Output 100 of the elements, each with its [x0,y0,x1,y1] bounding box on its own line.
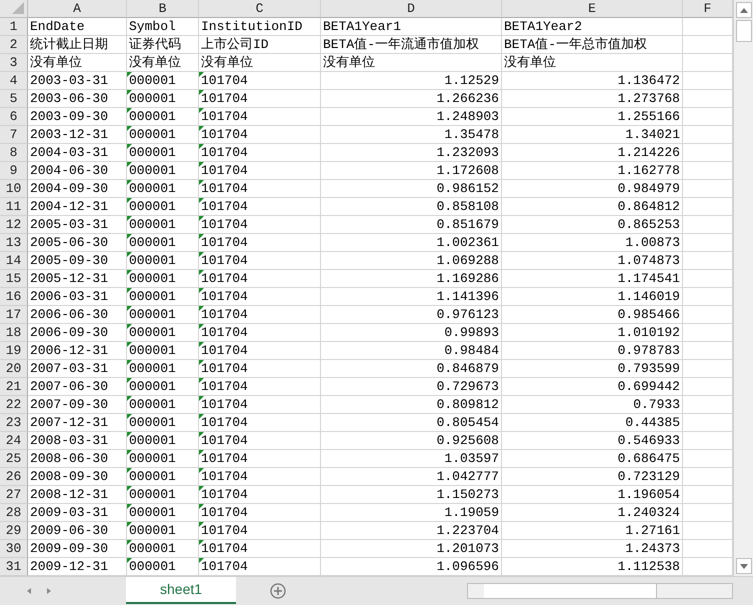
next-sheet-icon[interactable] [46,588,52,594]
table-cell: 101704 [199,504,321,522]
row-number[interactable]: 6 [0,108,28,126]
row-number[interactable]: 24 [0,432,28,450]
error-marker-icon [127,396,132,401]
scroll-up-icon[interactable] [740,8,748,12]
row-number[interactable]: 22 [0,396,28,414]
table-cell: 2004-09-30 [28,180,127,198]
error-marker-icon [127,558,132,563]
table-cell: 0.851679 [321,216,502,234]
row-number[interactable]: 10 [0,180,28,198]
table-cell: 1.201073 [321,540,502,558]
column-header[interactable]: C [199,0,321,18]
error-marker-icon [127,162,132,167]
table-cell: 0.809812 [321,396,502,414]
row-number[interactable]: 3 [0,54,28,72]
table-cell: 2003-06-30 [28,90,127,108]
table-cell: 101704 [199,90,321,108]
table-cell: 101704 [199,360,321,378]
row-number[interactable]: 8 [0,144,28,162]
table-cell: 000001 [127,162,199,180]
row-number[interactable]: 28 [0,504,28,522]
row-number[interactable]: 30 [0,540,28,558]
error-marker-icon [199,108,204,113]
table-cell: 2008-09-30 [28,468,127,486]
error-marker-icon [199,306,204,311]
vertical-scrollbar[interactable] [733,0,753,576]
scrollbar-thumb[interactable] [736,20,752,42]
add-sheet-icon[interactable] [270,583,286,599]
table-cell: 101704 [199,252,321,270]
table-cell: 000001 [127,432,199,450]
scrollbar-thumb[interactable] [484,584,657,598]
row-number[interactable]: 2 [0,36,28,54]
row-number[interactable]: 20 [0,360,28,378]
horizontal-scrollbar[interactable] [467,583,733,599]
column-header[interactable]: F [683,0,733,18]
table-cell: 2009-09-30 [28,540,127,558]
error-marker-icon [199,504,204,509]
previous-sheet-icon[interactable] [26,588,32,594]
row-number[interactable]: 25 [0,450,28,468]
row-number[interactable]: 5 [0,90,28,108]
error-marker-icon [199,324,204,329]
error-marker-icon [199,432,204,437]
row-number[interactable]: 9 [0,162,28,180]
table-cell: 没有单位 [127,54,199,72]
table-cell: 1.19059 [321,504,502,522]
table-cell: 0.546933 [502,432,683,450]
table-cell: 没有单位 [502,54,683,72]
table-cell: 000001 [127,360,199,378]
select-all-icon[interactable] [12,2,24,14]
row-number[interactable]: 23 [0,414,28,432]
error-marker-icon [199,468,204,473]
table-cell: 101704 [199,144,321,162]
table-cell: 1.172608 [321,162,502,180]
row-number[interactable]: 14 [0,252,28,270]
row-number[interactable]: 27 [0,486,28,504]
row-number[interactable]: 21 [0,378,28,396]
table-cell: 000001 [127,450,199,468]
error-marker-icon [199,216,204,221]
table-cell: 101704 [199,306,321,324]
sheet-tab[interactable]: sheet1 [126,576,236,604]
scroll-down-icon[interactable] [740,564,748,568]
row-number[interactable]: 12 [0,216,28,234]
column-header[interactable]: D [321,0,502,18]
table-cell: 2008-12-31 [28,486,127,504]
table-cell: 2007-09-30 [28,396,127,414]
row-number[interactable]: 16 [0,288,28,306]
row-number[interactable]: 11 [0,198,28,216]
table-cell: 101704 [199,216,321,234]
column-header[interactable]: E [502,0,683,18]
error-marker-icon [127,522,132,527]
table-cell: 1.162778 [502,162,683,180]
table-cell: 1.03597 [321,450,502,468]
row-number[interactable]: 15 [0,270,28,288]
column-header[interactable]: B [127,0,199,18]
column-header[interactable]: A [28,0,127,18]
error-marker-icon [199,198,204,203]
table-cell: 101704 [199,396,321,414]
table-cell: 1.150273 [321,486,502,504]
table-cell: 0.858108 [321,198,502,216]
row-number[interactable]: 1 [0,18,28,36]
row-number[interactable]: 26 [0,468,28,486]
table-cell: 101704 [199,324,321,342]
table-cell: 0.864812 [502,198,683,216]
row-number[interactable]: 7 [0,126,28,144]
table-cell: 101704 [199,432,321,450]
table-cell: 2009-06-30 [28,522,127,540]
row-number[interactable]: 31 [0,558,28,576]
error-marker-icon [127,108,132,113]
row-number[interactable]: 13 [0,234,28,252]
error-marker-icon [199,342,204,347]
row-number[interactable]: 17 [0,306,28,324]
row-number[interactable]: 29 [0,522,28,540]
row-number[interactable]: 19 [0,342,28,360]
row-number[interactable]: 4 [0,72,28,90]
table-cell: 2007-12-31 [28,414,127,432]
table-cell: 1.266236 [321,90,502,108]
error-marker-icon [127,540,132,545]
row-number[interactable]: 18 [0,324,28,342]
table-cell: 101704 [199,450,321,468]
